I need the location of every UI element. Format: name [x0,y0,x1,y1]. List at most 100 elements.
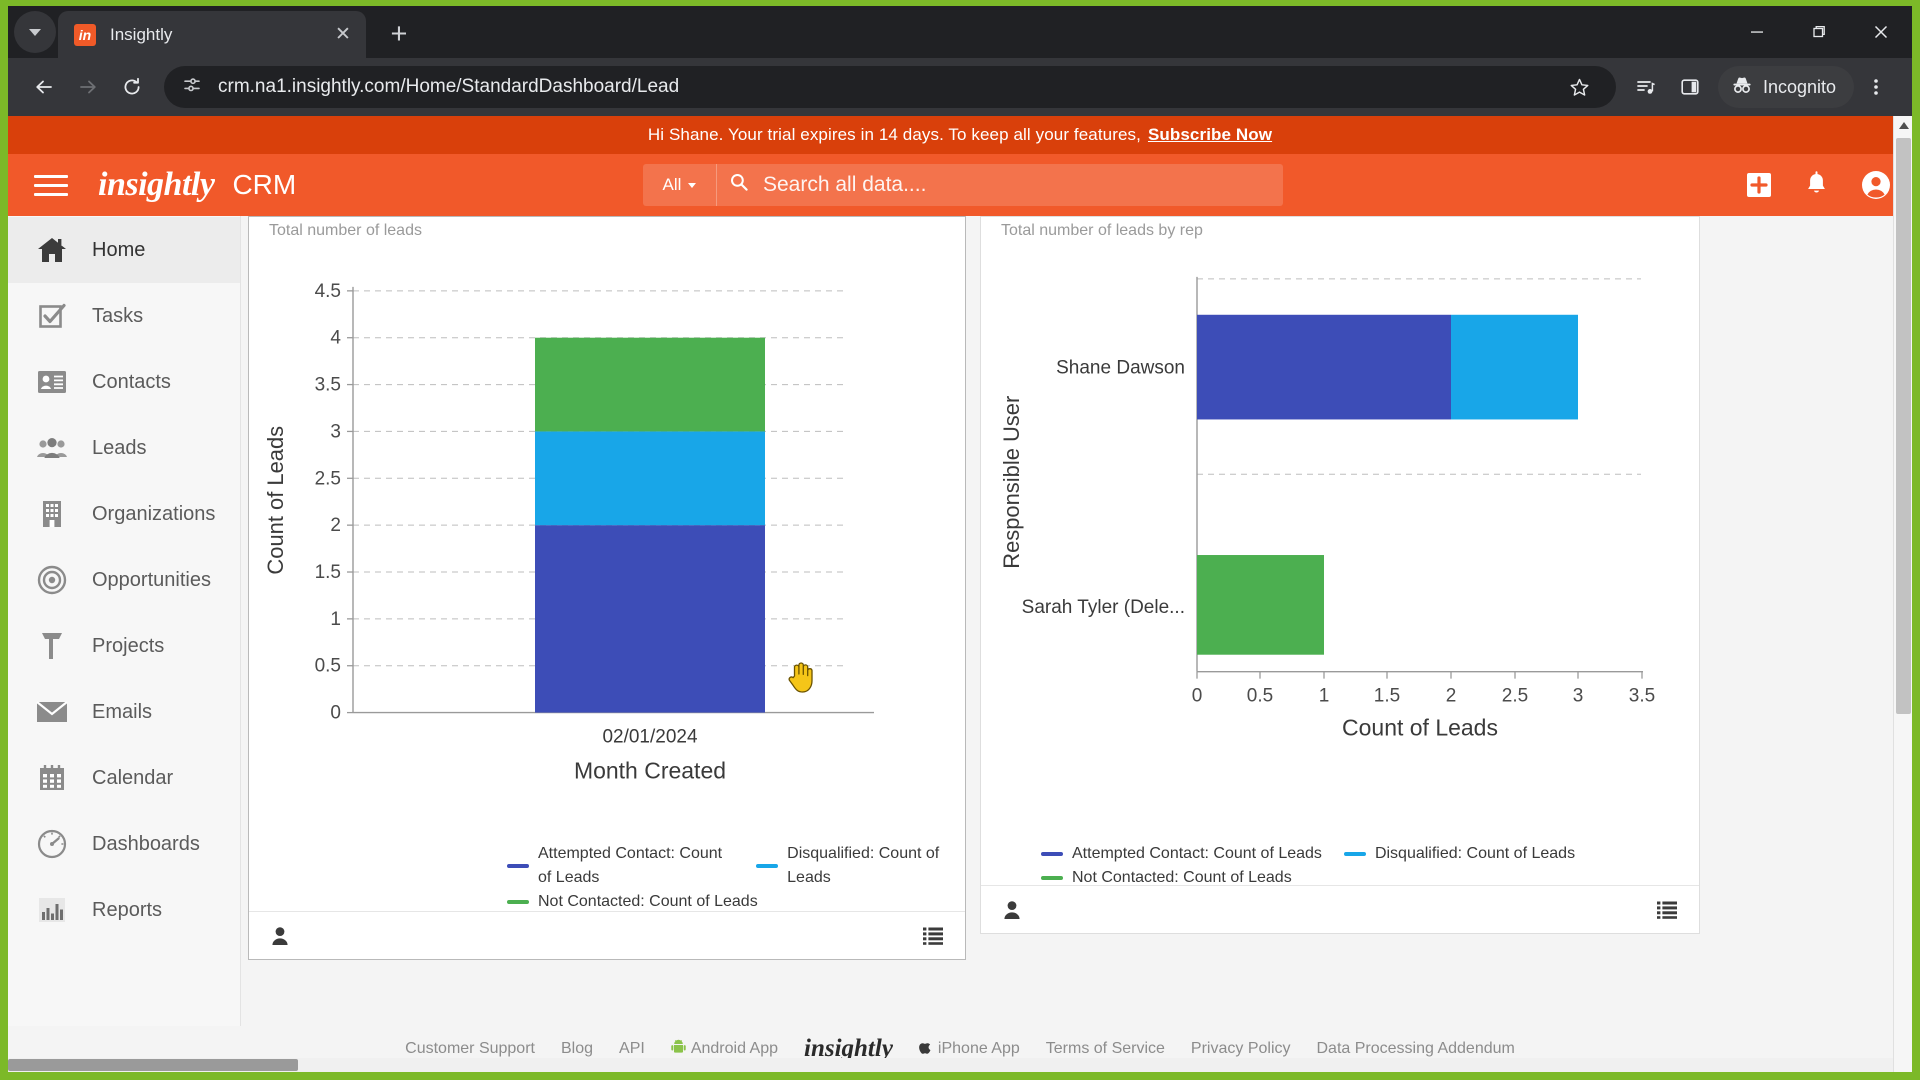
user-silhouette-icon[interactable] [271,926,289,946]
footer-link-privacy-policy[interactable]: Privacy Policy [1191,1040,1291,1058]
svg-text:1: 1 [330,609,341,630]
horizontal-scrollbar-thumb[interactable] [8,1059,298,1071]
scroll-up-arrow-icon[interactable] [1894,116,1912,134]
address-bar[interactable]: crm.na1.insightly.com/Home/StandardDashb… [164,66,1616,108]
kebab-menu-icon[interactable] [1854,65,1898,109]
bell-icon[interactable] [1803,171,1830,199]
new-tab-button[interactable]: + [378,13,420,55]
horizontal-scrollbar[interactable] [8,1058,1893,1072]
gauge-icon [34,828,70,860]
trial-banner: Hi Shane. Your trial expires in 14 days.… [8,116,1912,154]
minimize-icon[interactable] [1726,6,1788,58]
browser-tab[interactable]: in Insightly ✕ [58,11,366,58]
footer-link-api[interactable]: API [619,1040,645,1058]
svg-text:0.5: 0.5 [315,656,341,677]
incognito-label: Incognito [1762,76,1836,97]
sidebar-item-reports[interactable]: Reports [8,877,240,943]
header-actions [1745,169,1892,201]
card-footer [249,911,965,959]
list-menu-icon[interactable] [1657,901,1677,919]
legend-item[interactable]: Disqualified: Count of Leads [756,842,943,890]
close-tab-icon[interactable]: ✕ [330,22,356,48]
tab-search-button[interactable] [14,11,56,53]
legend-label: Disqualified: Count of Leads [787,845,940,886]
sidebar: Home Tasks Contacts Leads Organizations … [8,216,241,1072]
building-icon [34,498,70,530]
menu-toggle-icon[interactable] [34,169,68,202]
back-icon[interactable] [22,65,66,109]
window-controls [1726,6,1912,58]
legend-swatch [1041,852,1063,856]
footer-link-iphone-app[interactable]: iPhone App [919,1039,1020,1060]
svg-text:2.5: 2.5 [1502,686,1528,707]
forward-icon[interactable] [66,65,110,109]
sidebar-item-opportunities[interactable]: Opportunities [8,547,240,613]
legend-row: Attempted Contact: Count of Leads Disqua… [1041,842,1597,866]
svg-text:4: 4 [330,328,341,349]
svg-text:3: 3 [1573,686,1584,707]
footer-link-customer-support[interactable]: Customer Support [405,1040,535,1058]
tab-title: Insightly [110,24,173,44]
sidebar-item-dashboards[interactable]: Dashboards [8,811,240,877]
maximize-icon[interactable] [1788,6,1850,58]
people-icon [34,432,70,464]
sidebar-item-emails[interactable]: Emails [8,679,240,745]
incognito-icon [1730,73,1754,102]
envelope-icon [34,696,70,728]
sidebar-item-label: Home [92,238,146,261]
svg-text:3: 3 [330,421,341,442]
android-icon [671,1039,686,1060]
card-footer [981,885,1699,933]
subscribe-now-link[interactable]: Subscribe Now [1148,125,1272,145]
site-settings-icon[interactable] [182,75,202,100]
svg-text:2: 2 [330,515,341,536]
incognito-indicator[interactable]: Incognito [1717,66,1854,108]
dashboard-card-row: Total number of leads 4.5 4 3.5 3 2.5 2 … [248,216,1912,960]
svg-text:0: 0 [1192,686,1203,707]
sidebar-item-calendar[interactable]: Calendar [8,745,240,811]
footer-link-terms-of-service[interactable]: Terms of Service [1046,1040,1165,1058]
plus-square-icon[interactable] [1745,171,1773,199]
legend-row: Attempted Contact: Count of Leads Disqua… [507,842,965,890]
svg-text:02/01/2024: 02/01/2024 [602,727,697,748]
page-scrollbar[interactable] [1893,116,1912,1072]
legend-label: Attempted Contact: Count of Leads [1072,845,1322,862]
search-input[interactable] [717,164,1283,206]
legend-item[interactable]: Disqualified: Count of Leads [1343,842,1575,866]
sidebar-item-label: Organizations [92,502,216,525]
card-title: Total number of leads [269,222,422,239]
list-menu-icon[interactable] [923,927,943,945]
dashboard-card-leads-by-rep: Total number of leads by rep Shane Dawso… [980,216,1700,934]
legend-item[interactable]: Attempted Contact: Count of Leads [1041,842,1322,866]
sidebar-item-contacts[interactable]: Contacts [8,349,240,415]
sidebar-item-organizations[interactable]: Organizations [8,481,240,547]
insightly-logo: insightly [98,166,215,203]
sidebar-item-home[interactable]: Home [8,217,240,283]
svg-text:Responsible User: Responsible User [999,396,1024,569]
chart-legend: Attempted Contact: Count of Leads Disqua… [1041,842,1597,890]
side-panel-icon[interactable] [1668,65,1712,109]
legend-item[interactable]: Attempted Contact: Count of Leads [507,842,734,890]
insightly-favicon-icon: in [74,23,96,46]
scrollbar-thumb[interactable] [1896,138,1911,714]
avatar[interactable] [1860,169,1892,201]
dashboard-card-total-leads: Total number of leads 4.5 4 3.5 3 2.5 2 … [248,216,966,960]
contact-card-icon [34,366,70,398]
sidebar-item-tasks[interactable]: Tasks [8,283,240,349]
footer-link-blog[interactable]: Blog [561,1040,593,1058]
footer-link-android-app[interactable]: Android App [671,1039,778,1060]
reload-icon[interactable] [110,65,154,109]
svg-text:2: 2 [1446,686,1457,707]
footer-link-data-processing-addendum[interactable]: Data Processing Addendum [1317,1040,1515,1058]
sidebar-item-projects[interactable]: Projects [8,613,240,679]
reading-list-icon[interactable] [1624,65,1668,109]
close-window-icon[interactable] [1850,6,1912,58]
svg-text:3.5: 3.5 [1629,686,1655,707]
search-scope-selector[interactable]: All [643,164,717,206]
legend-swatch [756,864,779,868]
star-icon[interactable] [1558,65,1602,109]
dashboard-content: Total number of leads 4.5 4 3.5 3 2.5 2 … [241,216,1912,1072]
search-scope-label: All [662,175,682,194]
sidebar-item-leads[interactable]: Leads [8,415,240,481]
user-silhouette-icon[interactable] [1003,900,1021,920]
